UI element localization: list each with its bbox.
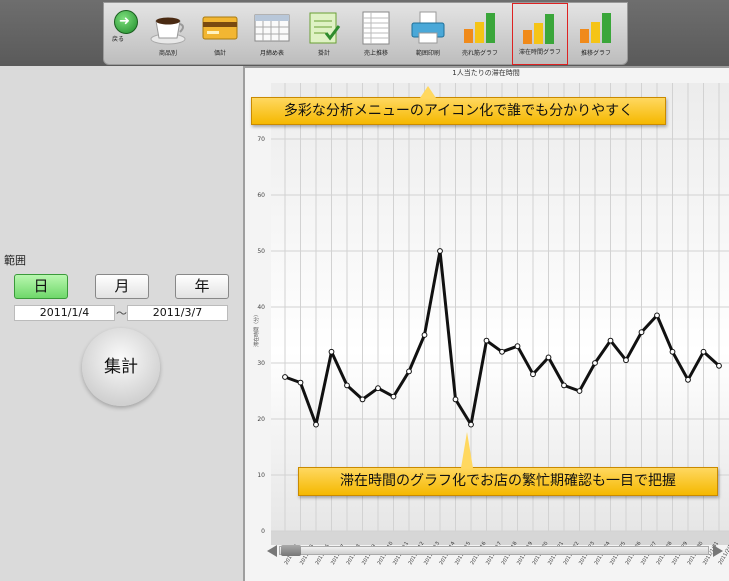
y-tick-label: 0 bbox=[261, 528, 265, 535]
back-label: 戻る bbox=[112, 36, 125, 43]
aggregate-button[interactable]: 集計 bbox=[82, 328, 160, 406]
data-point bbox=[545, 354, 552, 361]
scroll-track[interactable] bbox=[279, 546, 709, 555]
data-point bbox=[452, 396, 459, 403]
callout-pointer bbox=[461, 432, 473, 468]
chart-scrollbar[interactable] bbox=[267, 545, 723, 557]
tool-price[interactable]: 価計 bbox=[194, 3, 246, 65]
data-point bbox=[421, 332, 428, 338]
calendar-grid-icon bbox=[254, 14, 290, 42]
tool-label: 推移グラフ bbox=[580, 50, 611, 57]
scroll-right-arrow-icon[interactable] bbox=[713, 545, 723, 557]
data-point bbox=[483, 337, 490, 344]
tool-label: 商品別 bbox=[158, 50, 177, 57]
data-point bbox=[561, 382, 567, 389]
y-tick-label: 70 bbox=[257, 136, 265, 143]
y-tick-label: 30 bbox=[257, 360, 265, 367]
y-tick-label: 60 bbox=[257, 192, 265, 199]
callout-graph: 滞在時間のグラフ化でお店の繁忙期確認も一目で把握 bbox=[298, 432, 718, 496]
bar-graph-icon bbox=[580, 13, 611, 43]
coffee-cup-icon bbox=[150, 17, 186, 45]
data-point bbox=[328, 348, 335, 355]
data-point bbox=[607, 337, 614, 344]
callout-pointer bbox=[420, 86, 436, 98]
tool-label: 売れ筋グラフ bbox=[461, 50, 498, 57]
analysis-toolbar: ➜ 戻る 商品別 価計 月締め表 掛計 売上推移 範囲印刷 売れ筋グラフ 滞在時… bbox=[103, 2, 628, 65]
y-tick-label: 40 bbox=[257, 304, 265, 311]
data-point bbox=[530, 371, 536, 378]
data-point bbox=[390, 393, 397, 400]
y-tick-label: 50 bbox=[257, 248, 265, 255]
data-point bbox=[638, 329, 645, 336]
data-point bbox=[344, 382, 350, 389]
left-panel: 範囲 日 月 年 2011/1/4 ～ 2011/3/7 集計 bbox=[0, 66, 243, 581]
tool-credit[interactable]: 掛計 bbox=[298, 3, 350, 65]
date-from-field[interactable]: 2011/1/4 bbox=[14, 305, 115, 321]
tool-trend-graph[interactable]: 推移グラフ bbox=[570, 3, 622, 65]
data-point bbox=[375, 385, 381, 392]
data-point bbox=[406, 368, 412, 375]
back-button[interactable]: ➜ 戻る bbox=[106, 3, 142, 65]
data-point bbox=[700, 348, 707, 355]
tool-sales-trend[interactable]: 売上推移 bbox=[350, 3, 402, 65]
tool-label: 価計 bbox=[213, 50, 226, 57]
callout-icon-menu: 多彩な分析メニューのアイコン化で誰でも分かりやすく bbox=[251, 86, 666, 125]
data-point bbox=[468, 421, 474, 428]
tool-bestseller-graph[interactable]: 売れ筋グラフ bbox=[454, 3, 506, 65]
data-point bbox=[716, 362, 722, 369]
tool-label: 売上推移 bbox=[363, 50, 388, 57]
period-year-button[interactable]: 年 bbox=[175, 274, 229, 299]
data-point bbox=[437, 248, 443, 254]
range-label: 範囲 bbox=[4, 254, 26, 267]
data-point bbox=[297, 379, 304, 386]
scroll-thumb[interactable] bbox=[281, 545, 301, 556]
data-point bbox=[359, 396, 366, 403]
date-to-field[interactable]: 2011/3/7 bbox=[127, 305, 228, 321]
period-day-button[interactable]: 日 bbox=[14, 274, 68, 299]
callout-text: 滞在時間のグラフ化でお店の繁忙期確認も一目で把握 bbox=[340, 473, 676, 489]
callout-text: 多彩な分析メニューのアイコン化で誰でも分かりやすく bbox=[283, 103, 634, 119]
date-separator: ～ bbox=[116, 307, 127, 320]
tool-range-print[interactable]: 範囲印刷 bbox=[402, 3, 454, 65]
data-point bbox=[623, 357, 629, 364]
data-point bbox=[654, 312, 660, 319]
data-point bbox=[669, 348, 676, 355]
y-axis-label: 滞在時間（分） bbox=[253, 312, 260, 347]
scroll-left-arrow-icon[interactable] bbox=[267, 545, 277, 557]
data-point bbox=[592, 360, 598, 366]
tool-label: 掛計 bbox=[317, 50, 330, 57]
data-point bbox=[576, 388, 583, 394]
ledger-check-icon bbox=[309, 12, 341, 44]
y-tick-label: 20 bbox=[257, 416, 265, 423]
data-point bbox=[499, 348, 505, 355]
tool-label: 滞在時間グラフ bbox=[518, 49, 561, 56]
tool-monthly-close[interactable]: 月締め表 bbox=[246, 3, 298, 65]
bar-graph-icon bbox=[464, 13, 495, 43]
credit-card-icon bbox=[202, 16, 238, 40]
printer-icon bbox=[411, 11, 445, 44]
tool-label: 月締め表 bbox=[259, 50, 284, 57]
data-point bbox=[282, 374, 288, 380]
data-point bbox=[313, 421, 319, 428]
tool-product[interactable]: 商品別 bbox=[142, 3, 194, 65]
y-tick-label: 10 bbox=[257, 472, 265, 479]
period-month-button[interactable]: 月 bbox=[95, 274, 149, 299]
back-arrow-icon: ➜ bbox=[114, 10, 138, 34]
bar-graph-icon bbox=[523, 14, 554, 44]
stay-time-line-chart: 010203040506070滞在時間（分）2011/1/42011/1/520… bbox=[253, 83, 729, 566]
data-point bbox=[685, 376, 691, 383]
data-point bbox=[514, 343, 521, 350]
spreadsheet-icon bbox=[362, 11, 390, 45]
tool-label: 範囲印刷 bbox=[415, 50, 440, 57]
tool-stay-time-graph[interactable]: 滞在時間グラフ bbox=[512, 3, 568, 65]
